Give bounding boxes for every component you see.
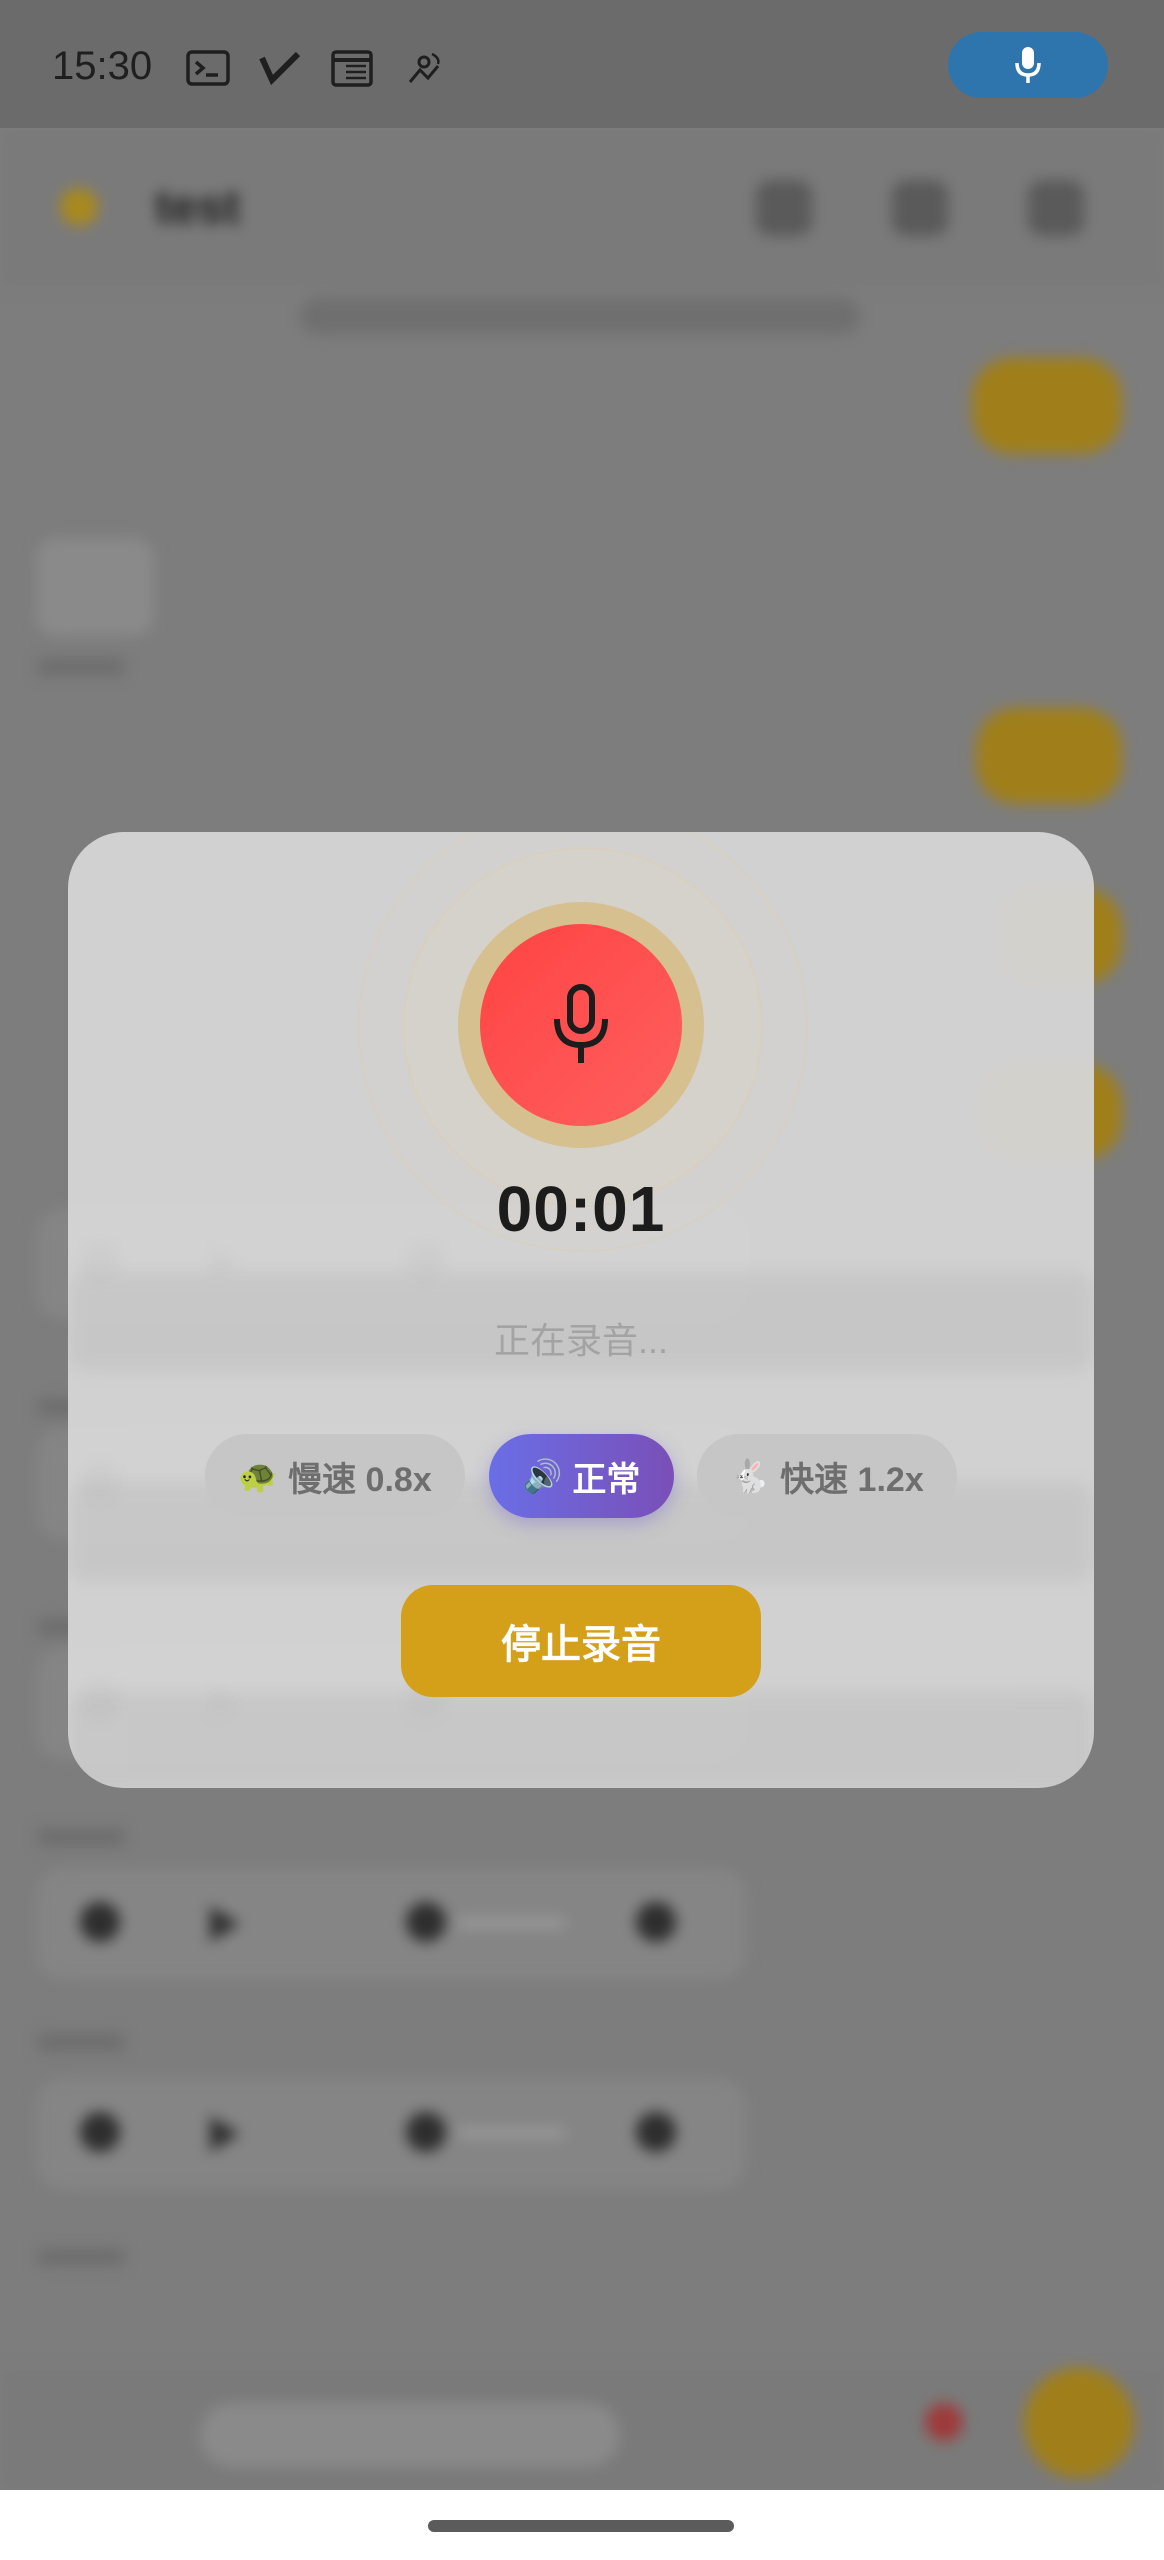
speed-slow-button[interactable]: 🐢 慢速 0.8x — [205, 1434, 465, 1518]
recording-timer: 00:01 — [496, 1173, 666, 1245]
record-mic-button[interactable] — [480, 924, 682, 1126]
speaker-icon: 🔊 — [522, 1458, 563, 1494]
message-time — [36, 2033, 126, 2051]
chat-header: test — [0, 128, 1164, 288]
play-icon[interactable] — [210, 2116, 240, 2152]
turtle-icon: 🐢 — [238, 1458, 279, 1494]
status-time: 15:30 — [52, 44, 153, 88]
message-time — [36, 1828, 126, 1846]
speed-fast-label: 快速 1.2x — [780, 1460, 924, 1499]
microphone-icon — [554, 984, 608, 1063]
record-dot-icon — [406, 2112, 446, 2152]
play-icon[interactable] — [210, 1906, 240, 1942]
message-bubble[interactable] — [976, 708, 1122, 804]
voice-message[interactable] — [36, 1868, 746, 1980]
record-icon[interactable] — [925, 2403, 963, 2441]
speed-normal-button[interactable]: 🔊 正常 — [489, 1434, 674, 1518]
progress-bar — [456, 2128, 566, 2138]
microphone-icon — [1015, 47, 1041, 83]
satellite-icon — [408, 52, 440, 83]
message-time — [36, 2248, 126, 2266]
message-bubble[interactable] — [972, 358, 1122, 454]
recording-status: 正在录音... — [493, 1320, 668, 1361]
speed-normal-label: 正常 — [572, 1460, 641, 1499]
speaker-icon[interactable] — [636, 2112, 676, 2152]
speed-slow-label: 慢速 0.8x — [288, 1460, 432, 1499]
home-indicator[interactable] — [428, 2520, 734, 2532]
calendar-icon — [331, 50, 373, 87]
speed-fast-button[interactable]: 🐇 快速 1.2x — [697, 1434, 957, 1518]
terminal-icon — [186, 50, 230, 86]
check-icon — [259, 51, 301, 86]
settings-icon[interactable] — [1028, 180, 1084, 236]
message-time — [36, 658, 126, 676]
voice-message[interactable] — [36, 2078, 746, 2190]
avatar — [36, 538, 154, 636]
mic-in-use-indicator[interactable] — [948, 32, 1108, 98]
chat-notice — [300, 298, 860, 334]
send-button[interactable] — [1024, 2368, 1134, 2478]
rabbit-icon: 🐇 — [730, 1458, 771, 1494]
speaker-icon[interactable] — [636, 1902, 676, 1942]
video-icon[interactable] — [892, 180, 948, 236]
recording-dialog: 00:01 正在录音... 🐢 慢速 0.8x 🔊 正常 🐇 快速 1.2x 停… — [68, 832, 1094, 1788]
navigation-bar — [0, 2490, 1164, 2560]
voice-icon — [80, 2112, 120, 2152]
chat-title: test — [155, 181, 241, 234]
back-icon[interactable] — [60, 188, 98, 226]
stop-recording-button[interactable]: 停止录音 — [401, 1585, 761, 1697]
status-bar: 15:30 — [0, 0, 1164, 128]
status-icons — [186, 48, 446, 88]
phone-icon[interactable] — [756, 180, 812, 236]
progress-bar — [456, 1918, 566, 1928]
voice-icon — [80, 1902, 120, 1942]
record-dot-icon — [406, 1902, 446, 1942]
message-input[interactable] — [200, 2403, 620, 2467]
